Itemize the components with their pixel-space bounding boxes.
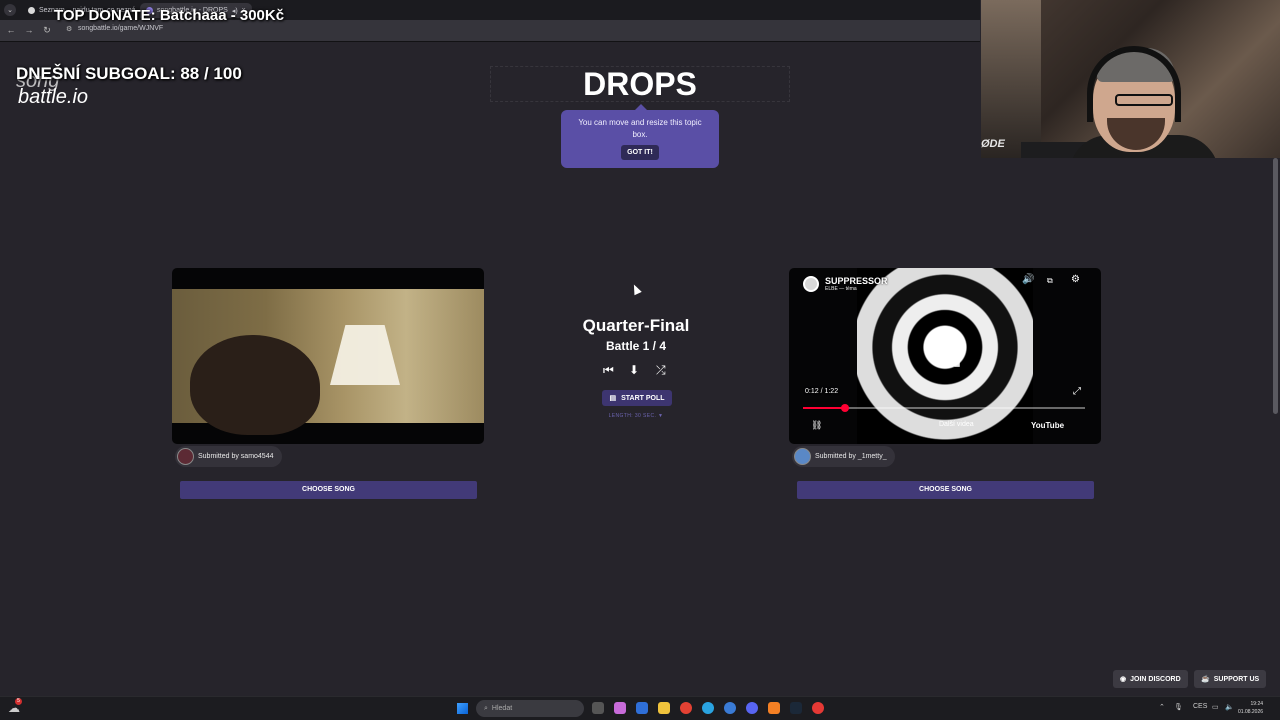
top-donate-overlay: TOP DONATE: Batchaaa - 300Kč bbox=[54, 7, 285, 24]
site-info-icon[interactable]: ⚙ bbox=[66, 25, 72, 33]
search-icon: ⌕ bbox=[484, 704, 488, 712]
left-choose-song-button[interactable]: CHOOSE SONG bbox=[180, 481, 477, 499]
pause-icon[interactable]: ❚❚ bbox=[937, 348, 964, 368]
progress-fill bbox=[803, 407, 846, 409]
edge-icon[interactable] bbox=[702, 702, 714, 714]
task-view-icon[interactable] bbox=[592, 702, 604, 714]
topic-tooltip: You can move and resize this topic box. … bbox=[561, 104, 719, 168]
search-placeholder: Hledat bbox=[491, 705, 513, 712]
seznam-favicon-icon bbox=[28, 7, 35, 14]
back-icon[interactable]: ← bbox=[5, 25, 17, 35]
tab-menu-icon[interactable]: ⌄ bbox=[4, 4, 16, 16]
youtube-header: SUPPRESSOR ELBE — téma bbox=[803, 276, 888, 292]
discord-taskbar-icon[interactable] bbox=[746, 702, 758, 714]
playback-time: 0:12 / 1:22 bbox=[805, 388, 839, 395]
screen: ⌄ Seznam – najdu tam, co nezná × songbat… bbox=[0, 0, 1280, 720]
download-icon[interactable]: ⬇ bbox=[629, 363, 639, 377]
progress-bar[interactable] bbox=[803, 404, 1085, 412]
youtube-title[interactable]: SUPPRESSOR bbox=[825, 276, 888, 286]
lamp-shape bbox=[330, 325, 400, 385]
page-scrollbar[interactable] bbox=[1273, 158, 1278, 414]
webcam-background bbox=[981, 0, 1041, 158]
more-videos-link[interactable]: Další videa bbox=[939, 421, 974, 428]
support-us-label: SUPPORT US bbox=[1213, 675, 1260, 683]
previous-icon[interactable]: ⏮ bbox=[603, 363, 614, 378]
shuffle-icon[interactable]: ⤮ bbox=[656, 363, 666, 378]
notification-badge: 5 bbox=[15, 698, 22, 705]
join-discord-button[interactable]: ◉ JOIN DISCORD bbox=[1113, 670, 1188, 688]
url-text[interactable]: songbattle.io/game/WJNVF bbox=[78, 25, 163, 32]
left-video-frame bbox=[172, 289, 484, 435]
progress-knob[interactable] bbox=[841, 404, 850, 412]
battle-counter: Battle 1 / 4 bbox=[605, 339, 667, 353]
taskbar-clock[interactable]: 19:24 01.08.2026 bbox=[1238, 700, 1263, 716]
webcam-glasses bbox=[1115, 94, 1173, 106]
got-it-button[interactable]: GOT IT! bbox=[621, 145, 659, 160]
chrome-icon[interactable] bbox=[680, 702, 692, 714]
widgets-icon[interactable] bbox=[614, 702, 626, 714]
app-icon[interactable] bbox=[724, 702, 736, 714]
round-title: Quarter-Final bbox=[582, 316, 690, 335]
start-poll-button[interactable]: ▤ START POLL bbox=[602, 390, 672, 406]
windows-start-icon[interactable] bbox=[457, 703, 468, 714]
right-submitter: Submitted by _1metty_ bbox=[792, 446, 895, 467]
support-us-button[interactable]: ☕ SUPPORT US bbox=[1194, 670, 1267, 688]
webcam-label: ØDE bbox=[981, 138, 1005, 150]
network-icon[interactable]: ▭ bbox=[1212, 703, 1219, 711]
language-indicator[interactable]: CES bbox=[1193, 703, 1207, 710]
volume-icon[interactable]: 🔊 bbox=[1022, 274, 1034, 285]
mouse-cursor-icon bbox=[630, 282, 642, 296]
right-video-player[interactable]: SUPPRESSOR ELBE — téma 🔊 ⧉ ⚙ ❚❚ 0:12 / 1… bbox=[789, 268, 1101, 444]
captions-icon[interactable]: ⧉ bbox=[1047, 276, 1053, 286]
channel-avatar[interactable] bbox=[803, 276, 819, 292]
file-explorer-icon[interactable] bbox=[658, 702, 670, 714]
reload-icon[interactable]: ↻ bbox=[41, 25, 53, 36]
avatar bbox=[794, 448, 811, 465]
length-select[interactable]: LENGTH: 30 SEC. ▼ bbox=[590, 413, 682, 419]
clock-date: 01.08.2026 bbox=[1238, 709, 1264, 715]
store-icon[interactable] bbox=[636, 702, 648, 714]
subgoal-overlay: DNEŠNÍ SUBGOAL: 88 / 100 bbox=[16, 64, 242, 83]
forward-icon[interactable]: → bbox=[23, 25, 35, 35]
fullscreen-icon[interactable]: ⤢ bbox=[1073, 386, 1081, 397]
poll-icon: ▤ bbox=[609, 395, 617, 402]
logo-line2: battle.io bbox=[18, 86, 89, 108]
person-shape bbox=[190, 335, 320, 435]
link-icon[interactable]: ⛓ bbox=[811, 420, 822, 431]
webcam-feed: ØDE bbox=[981, 0, 1280, 158]
soundcloud-icon[interactable] bbox=[768, 702, 780, 714]
left-submitter: Submitted by samo4544 bbox=[175, 446, 282, 467]
discord-icon: ◉ bbox=[1120, 676, 1127, 683]
settings-gear-icon[interactable]: ⚙ bbox=[1071, 274, 1080, 285]
right-choose-song-button[interactable]: CHOOSE SONG bbox=[797, 481, 1094, 499]
windows-taskbar: ☁ 5 ⌕ Hledat ⌃ 🎙 CES ▭ 🔈 19:24 01.08.202… bbox=[0, 696, 1280, 720]
submitter-text: Submitted by _1metty_ bbox=[815, 453, 887, 460]
microphone-icon[interactable]: 🎙 bbox=[1174, 703, 1183, 711]
submitter-text: Submitted by samo4544 bbox=[198, 453, 274, 460]
youtube-channel[interactable]: ELBE — téma bbox=[825, 286, 888, 292]
support-icon: ☕ bbox=[1201, 676, 1210, 683]
tooltip-text: You can move and resize this topic box. bbox=[578, 118, 702, 139]
left-video-player[interactable] bbox=[172, 268, 484, 444]
tray-chevron-icon[interactable]: ⌃ bbox=[1159, 703, 1165, 711]
recording-icon[interactable] bbox=[812, 702, 824, 714]
topic-title: DROPS bbox=[583, 66, 697, 102]
join-discord-label: JOIN DISCORD bbox=[1130, 675, 1181, 683]
start-poll-label: START POLL bbox=[621, 394, 665, 402]
youtube-logo[interactable]: YouTube bbox=[1031, 421, 1064, 430]
steam-icon[interactable] bbox=[790, 702, 802, 714]
avatar bbox=[177, 448, 194, 465]
taskbar-search[interactable]: ⌕ Hledat bbox=[476, 700, 584, 717]
clock-time: 19:24 bbox=[1250, 701, 1264, 707]
volume-tray-icon[interactable]: 🔈 bbox=[1225, 703, 1234, 711]
